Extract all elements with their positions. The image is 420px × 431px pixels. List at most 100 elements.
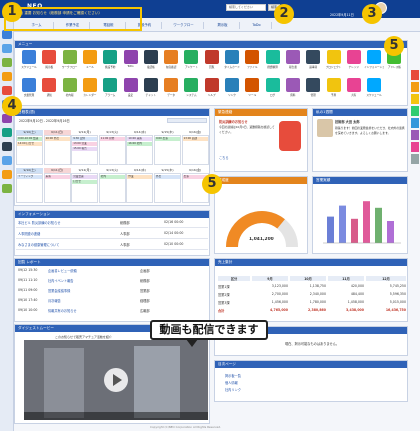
menu-tile-icon[interactable]: [326, 78, 341, 92]
menu-tile-icon[interactable]: [123, 50, 138, 64]
menu-tile-icon[interactable]: [326, 50, 341, 64]
info-link[interactable]: 本社ビル 防災訓練のお知らせ: [18, 220, 108, 225]
menu-tile-label: カレンダー: [83, 94, 97, 97]
board-icon[interactable]: [2, 58, 12, 67]
menu-tile-label: 掲示板: [45, 66, 54, 69]
calendar-event[interactable]: 打合せ: [72, 180, 98, 184]
calendar-event[interactable]: 14:00 打合せ: [17, 142, 42, 146]
notice-link[interactable]: こちら: [219, 155, 239, 160]
menu-tile-icon[interactable]: [62, 50, 77, 64]
menu-tile-icon[interactable]: [82, 50, 97, 64]
file-icon[interactable]: [2, 156, 12, 165]
menu-tile-icon[interactable]: [103, 78, 118, 92]
toc-item-2[interactable]: 個人情報: [225, 380, 305, 385]
badge-5b: 5: [202, 174, 222, 194]
menu-tile-icon[interactable]: [285, 78, 300, 92]
menu-tile-icon[interactable]: [164, 50, 179, 64]
menu-tile-icon[interactable]: [82, 78, 97, 92]
nav-tab-board[interactable]: 掲示板: [206, 22, 240, 29]
calendar-event[interactable]: 16:00 社内: [127, 142, 153, 146]
calendar-event[interactable]: 社内: [99, 175, 125, 179]
phonebook-icon[interactable]: [2, 128, 12, 137]
calendar-event[interactable]: 来客: [44, 175, 70, 179]
calendar-event[interactable]: 外出: [155, 175, 180, 179]
calendar-event[interactable]: 10:00 外出: [44, 137, 70, 141]
gauge-title: 達成度: [215, 177, 307, 184]
sales-title: 売上集計: [215, 259, 407, 266]
workflow-icon[interactable]: [2, 86, 12, 95]
calendar-event[interactable]: 営業会議: [72, 175, 98, 179]
menu-tile-icon[interactable]: [143, 50, 158, 64]
side-tab-yellow[interactable]: [411, 94, 419, 104]
menu-tile-icon[interactable]: [367, 50, 382, 64]
menu-tile-icon[interactable]: [184, 50, 199, 64]
menu-tile-icon[interactable]: [346, 78, 361, 92]
mail-icon[interactable]: [2, 72, 12, 81]
sales-cell: 3,438,000: [346, 308, 364, 312]
calendar-event[interactable]: 10:00 来客: [127, 137, 153, 141]
menu-tile-icon[interactable]: [265, 78, 280, 92]
report-link[interactable]: 月次報告: [48, 298, 128, 303]
menu-tile-label: スケジュール: [21, 66, 37, 69]
menu-tile-icon[interactable]: [184, 78, 199, 92]
side-tab-green[interactable]: [411, 106, 419, 116]
menu-tile-icon[interactable]: [225, 50, 239, 64]
menu-tile-icon[interactable]: [346, 50, 361, 64]
menu-tile-icon[interactable]: [306, 50, 321, 64]
video-controls[interactable]: [24, 412, 208, 420]
side-tab-blue[interactable]: [411, 118, 419, 128]
play-icon[interactable]: [104, 368, 128, 392]
menu-tile-icon[interactable]: [245, 50, 260, 64]
calendar-event[interactable]: 13:00 面談: [182, 137, 208, 141]
calendar-event[interactable]: 9:30 定例: [72, 137, 98, 141]
menu-tile-icon[interactable]: [42, 50, 57, 64]
calendar-event[interactable]: 11:00 研修: [99, 137, 125, 141]
menu-tile-icon[interactable]: [22, 78, 36, 92]
menu-tile-label: 管理: [310, 94, 316, 97]
side-tab-orange[interactable]: [411, 82, 419, 92]
menu-tile-icon[interactable]: [245, 78, 260, 92]
report-link[interactable]: 営業会議議事録: [48, 288, 128, 293]
toc-item-1[interactable]: 掲示板一覧: [225, 373, 305, 378]
reports-title: 回覧 レポート: [15, 259, 209, 266]
side-tab-gray[interactable]: [411, 154, 419, 164]
calendar-nav-buttons[interactable]: [167, 118, 207, 123]
toc-item-3[interactable]: 社内リンク: [225, 387, 305, 392]
side-tab-purple[interactable]: [411, 130, 419, 140]
menu-tile-icon[interactable]: [367, 78, 382, 92]
report-icon[interactable]: [2, 170, 12, 179]
menu-tile-icon[interactable]: [123, 78, 138, 92]
report-link[interactable]: 企画書レビュー依頼: [48, 268, 128, 273]
calendar-event[interactable]: 作業: [127, 175, 153, 179]
chat-icon[interactable]: [2, 184, 12, 193]
info-link[interactable]: 人事関連の連絡: [18, 231, 108, 236]
calendar-event[interactable]: 13:00 営業: [72, 142, 98, 146]
side-tab-red[interactable]: [411, 70, 419, 80]
menu-tile-icon[interactable]: [103, 50, 118, 64]
report-link[interactable]: 社内イベント報告: [48, 278, 128, 283]
info-link[interactable]: みなさまの健康管理について: [18, 242, 108, 247]
menu-tile-icon[interactable]: [164, 78, 179, 92]
report-link[interactable]: 情報共有のお知らせ: [48, 308, 128, 313]
search-input[interactable]: 検索してください: [226, 4, 266, 11]
nav-tab-workflow[interactable]: ワークフロー: [164, 22, 204, 29]
home-icon[interactable]: [2, 30, 12, 39]
calendar-event[interactable]: ミーティング: [17, 175, 42, 179]
menu-tile-icon[interactable]: [204, 50, 219, 64]
settings-icon[interactable]: [2, 142, 12, 151]
calendar-event[interactable]: 15:00 報告: [72, 147, 98, 151]
nav-tab-todo[interactable]: ToDo: [242, 22, 272, 29]
menu-tile-icon[interactable]: [285, 50, 300, 64]
menu-tile-icon[interactable]: [42, 78, 57, 92]
menu-tile-icon[interactable]: [143, 78, 158, 92]
menu-tile-icon[interactable]: [22, 50, 36, 64]
menu-tile-icon[interactable]: [265, 50, 280, 64]
menu-tile-icon[interactable]: [306, 78, 321, 92]
calendar-event[interactable]: 9:00 出張: [155, 137, 180, 141]
calendar-icon[interactable]: [2, 44, 12, 53]
menu-tile-icon[interactable]: [204, 78, 219, 92]
calendar-event[interactable]: 9:00-10:00 会議: [17, 137, 42, 141]
menu-tile-icon[interactable]: [225, 78, 239, 92]
menu-tile-icon[interactable]: [62, 78, 77, 92]
side-tab-pink[interactable]: [411, 142, 419, 152]
